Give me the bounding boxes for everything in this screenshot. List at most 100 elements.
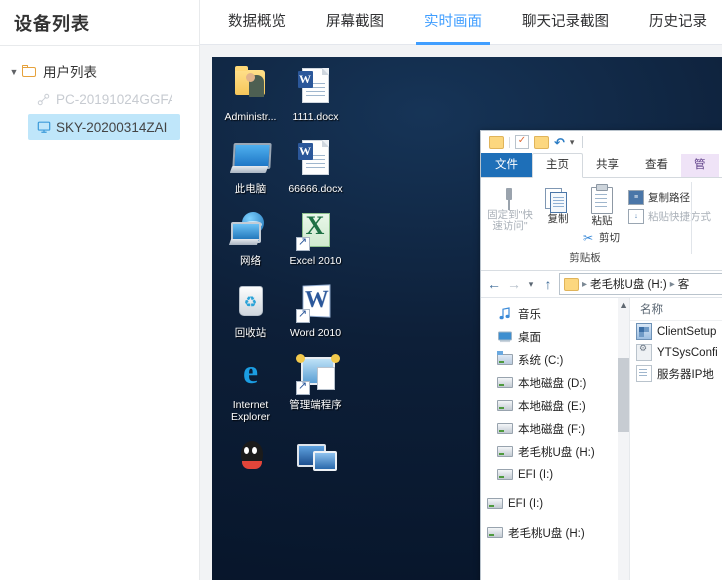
tab-live-screen[interactable]: 实时画面 — [404, 0, 502, 45]
sidebar-item-pc-20191024ggfa[interactable]: PC-20191024GGFA — [28, 86, 180, 112]
desktop-icon-1111-docx[interactable]: W 1111.docx — [283, 67, 348, 123]
ribbon-group-divider — [691, 182, 692, 254]
ribbon-tab-share[interactable]: 共享 — [583, 154, 632, 177]
customize-caret-icon[interactable]: ▾ — [570, 137, 575, 148]
address-bar: ← → ▾ ↑ ▸ 老毛桃U盘 (H:) ▸ 客 — [481, 271, 722, 297]
nav-item-efi-i[interactable]: EFI (I:) — [481, 463, 629, 486]
back-arrow-icon[interactable]: ← — [485, 277, 503, 291]
paste-shortcut-button[interactable]: ↓ 粘贴快捷方式 — [628, 209, 711, 224]
folder-icon[interactable] — [489, 135, 504, 149]
recent-locations-caret-icon[interactable]: ▾ — [525, 279, 537, 289]
pin-label-line2: 速访问" — [492, 220, 528, 232]
network-icon — [228, 211, 274, 253]
admin-program-icon — [293, 354, 340, 397]
ribbon-tab-view[interactable]: 查看 — [632, 154, 681, 177]
tab-screenshot[interactable]: 屏幕截图 — [306, 0, 404, 44]
file-list-pane: 名称 ClientSetup YTSysConfi — [629, 298, 722, 580]
tree-root-user-list[interactable]: ▼ 用户列表 — [0, 58, 199, 84]
file-row-server-ip[interactable]: 服务器IP地 — [630, 363, 722, 384]
breadcrumb-folder[interactable]: 客 — [678, 276, 690, 292]
breadcrumb-separator: ▸ — [582, 278, 588, 290]
file-explorer-window[interactable]: ✓ ↶ ▾ 应用程 文件 主页 共享 查看 管 — [480, 130, 722, 580]
tab-history[interactable]: 历史记录 — [629, 0, 722, 44]
ribbon-tab-home[interactable]: 主页 — [532, 153, 583, 178]
cut-button[interactable]: ✂ 剪切 — [581, 230, 620, 245]
caret-down-icon[interactable]: ▼ — [6, 67, 22, 77]
music-icon — [497, 307, 513, 320]
column-header-name[interactable]: 名称 — [630, 298, 722, 321]
desktop-icon-excel-2010[interactable]: Excel 2010 — [283, 211, 348, 267]
nav-item-system-c[interactable]: 系统 (C:) — [481, 348, 629, 371]
desktop-icon-internet-explorer[interactable]: e Internet Explorer — [218, 354, 283, 424]
desktop-icon-administrator[interactable]: Administr... — [218, 66, 283, 123]
main-pane: 数据概览 屏幕截图 实时画面 聊天记录截图 历史记录 Administr... — [200, 0, 722, 580]
config-file-icon — [636, 343, 652, 361]
paste-button[interactable]: 粘贴 — [579, 184, 625, 227]
clipboard-group-label: 剪贴板 — [569, 252, 601, 264]
desktop-icon-word-2010[interactable]: Word 2010 — [283, 283, 348, 339]
desktop-icon-grid: Administr... W 1111.docx 此电脑 W 66666.doc… — [218, 66, 348, 499]
desktop-icon-66666-docx[interactable]: W 66666.docx — [283, 139, 348, 195]
desktop-icon-network[interactable]: 网络 — [218, 211, 283, 267]
properties-icon[interactable]: ✓ — [515, 135, 529, 149]
divider — [582, 136, 584, 148]
up-arrow-icon[interactable]: ↑ — [539, 277, 557, 291]
scissors-icon: ✂ — [582, 231, 594, 244]
desktop-icon-qq[interactable] — [218, 439, 283, 483]
ribbon-tab-file[interactable]: 文件 — [481, 153, 532, 177]
address-path-input[interactable]: ▸ 老毛桃U盘 (H:) ▸ 客 — [559, 273, 722, 295]
nav-item-music[interactable]: 音乐 — [481, 302, 629, 325]
copy-button[interactable]: 复制 — [535, 186, 581, 225]
desktop-icon-label: 管理端程序 — [289, 399, 342, 411]
file-row-ytsysconfig[interactable]: YTSysConfi — [630, 342, 722, 363]
device-tree: ▼ 用户列表 PC-20191024GGFA SKY-20200314ZAI — [0, 46, 199, 140]
desktop-icon-label: 此电脑 — [234, 183, 267, 195]
monitor-icon — [36, 120, 51, 134]
desktop-icon — [497, 331, 513, 343]
clipboard-group: 固定到"快 速访问" 复制 粘贴 ≡ 复制路径 ↓ 粘贴快捷方式 ✂ 剪切 剪贴… — [485, 182, 711, 266]
forward-arrow-icon[interactable]: → — [505, 277, 523, 291]
ribbon-tab-manage[interactable]: 管 — [681, 154, 719, 177]
nav-item-usb-h[interactable]: 老毛桃U盘 (H:) — [481, 440, 629, 463]
desktop-icon-label: 1111.docx — [292, 111, 339, 123]
nav-item-efi-i-root[interactable]: EFI (I:) — [481, 492, 629, 515]
paste-shortcut-label: 粘贴快捷方式 — [648, 211, 711, 223]
paste-label: 粘贴 — [591, 215, 613, 227]
cut-label: 剪切 — [599, 232, 620, 244]
remote-desktop-canvas[interactable]: Administr... W 1111.docx 此电脑 W 66666.doc… — [212, 57, 722, 580]
ribbon: 固定到"快 速访问" 复制 粘贴 ≡ 复制路径 ↓ 粘贴快捷方式 ✂ 剪切 剪贴… — [481, 178, 722, 271]
nav-item-label: 本地磁盘 (F:) — [518, 423, 586, 436]
desktop-icon-admin-program[interactable]: 管理端程序 — [283, 354, 348, 423]
tab-chat-log-screenshot[interactable]: 聊天记录截图 — [502, 0, 629, 44]
desktop-icon-this-pc[interactable]: 此电脑 — [218, 139, 283, 195]
scrollbar-thumb[interactable] — [618, 358, 629, 432]
desktop-icon-remote-desktop[interactable] — [283, 439, 348, 483]
nav-item-usb-h-root[interactable]: 老毛桃U盘 (H:) — [481, 521, 629, 544]
file-row-clientsetup[interactable]: ClientSetup — [630, 321, 722, 342]
excel-icon — [293, 211, 339, 253]
nav-item-label: 老毛桃U盘 (H:) — [508, 527, 585, 540]
live-screen-viewport: Administr... W 1111.docx 此电脑 W 66666.doc… — [200, 45, 722, 580]
file-name: YTSysConfi — [657, 346, 718, 359]
recycle-bin-icon — [228, 283, 274, 325]
new-folder-icon[interactable] — [534, 135, 549, 149]
internet-explorer-icon: e — [242, 354, 259, 391]
paste-icon — [591, 184, 613, 214]
breadcrumb-drive[interactable]: 老毛桃U盘 (H:) — [590, 276, 667, 292]
divider — [509, 136, 510, 148]
nav-item-local-disk-e[interactable]: 本地磁盘 (E:) — [481, 394, 629, 417]
sidebar-item-sky-20200314zai[interactable]: SKY-20200314ZAI — [28, 114, 180, 140]
nav-item-local-disk-d[interactable]: 本地磁盘 (D:) — [481, 371, 629, 394]
tab-data-overview[interactable]: 数据概览 — [208, 0, 306, 44]
nav-item-local-disk-f[interactable]: 本地磁盘 (F:) — [481, 417, 629, 440]
undo-icon[interactable]: ↶ — [554, 136, 565, 149]
pin-to-quick-access-button[interactable]: 固定到"快 速访问" — [487, 186, 533, 232]
copy-path-label: 复制路径 — [648, 192, 690, 204]
copy-path-button[interactable]: ≡ 复制路径 — [628, 190, 690, 205]
navigation-pane-scrollbar[interactable]: ▲ — [618, 298, 629, 580]
scroll-up-icon[interactable]: ▲ — [619, 300, 628, 310]
desktop-icon-recycle-bin[interactable]: 回收站 — [218, 283, 283, 339]
desktop-icon-label: Internet Explorer — [230, 399, 271, 423]
drive-icon — [487, 498, 503, 509]
nav-item-desktop[interactable]: 桌面 — [481, 325, 629, 348]
